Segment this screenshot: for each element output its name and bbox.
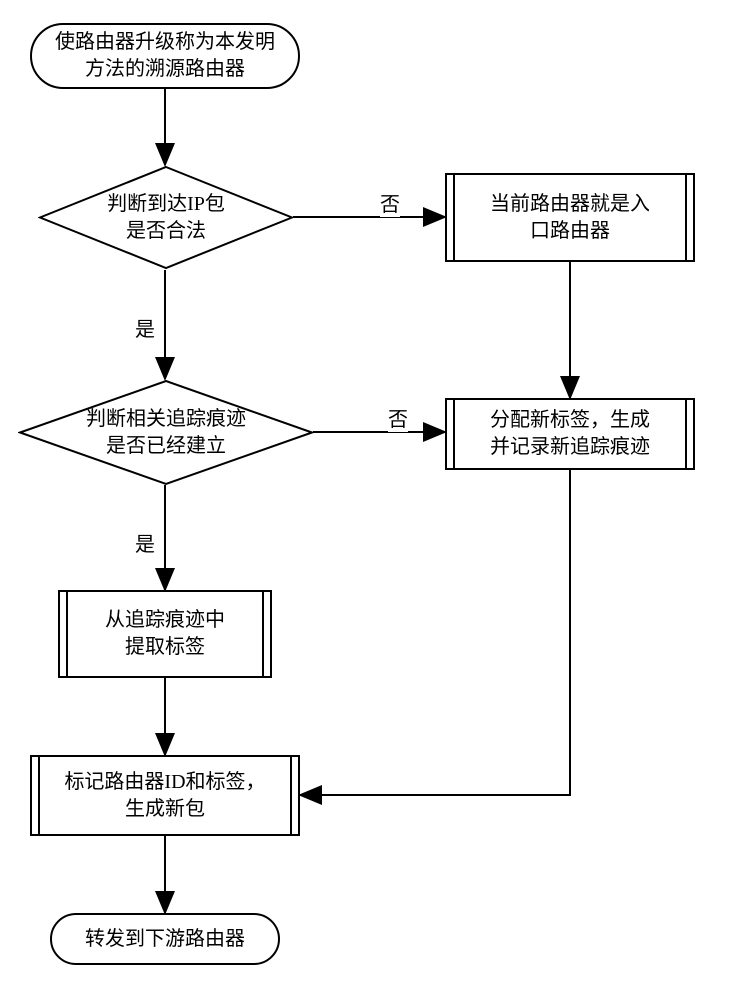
- flow-arrows: [0, 0, 741, 1000]
- p-extract-line1: 从追踪痕迹中: [105, 607, 225, 634]
- process-entry-router: 当前路由器就是入 口路由器: [445, 173, 695, 262]
- edge-label-d1-no: 否: [380, 188, 400, 217]
- d1-line2: 是否合法: [126, 218, 206, 245]
- edge-label-d1-yes: 是: [135, 313, 155, 342]
- edge-label-d2-no: 否: [388, 403, 408, 432]
- start-line2: 方法的溯源路由器: [55, 56, 275, 83]
- p-extract-line2: 提取标签: [125, 634, 205, 661]
- d2-line2: 是否已经建立: [106, 433, 226, 460]
- p-entry-line1: 当前路由器就是入: [490, 191, 650, 218]
- process-extract-label: 从追踪痕迹中 提取标签: [58, 590, 272, 678]
- p-newlabel-line1: 分配新标签，生成: [490, 407, 650, 434]
- p-newlabel-line2: 并记录新追踪痕迹: [490, 434, 650, 461]
- edge-label-d2-yes: 是: [135, 528, 155, 557]
- process-new-label: 分配新标签，生成 并记录新追踪痕迹: [445, 398, 695, 470]
- p-entry-line2: 口路由器: [530, 218, 610, 245]
- decision-ip-legal: 判断到达IP包 是否合法: [38, 165, 294, 270]
- process-mark-router: 标记路由器ID和标签， 生成新包: [30, 755, 300, 836]
- end-text: 转发到下游路由器: [85, 926, 245, 953]
- p-mark-line2: 生成新包: [125, 796, 205, 823]
- end-node: 转发到下游路由器: [50, 913, 280, 965]
- d2-line1: 判断相关追踪痕迹: [86, 406, 246, 433]
- decision-trace-established: 判断相关追踪痕迹 是否已经建立: [18, 379, 314, 486]
- p-mark-line1: 标记路由器ID和标签，: [64, 769, 265, 796]
- d1-line1: 判断到达IP包: [107, 191, 225, 218]
- start-line1: 使路由器升级称为本发明: [55, 29, 275, 56]
- start-node: 使路由器升级称为本发明 方法的溯源路由器: [30, 23, 300, 89]
